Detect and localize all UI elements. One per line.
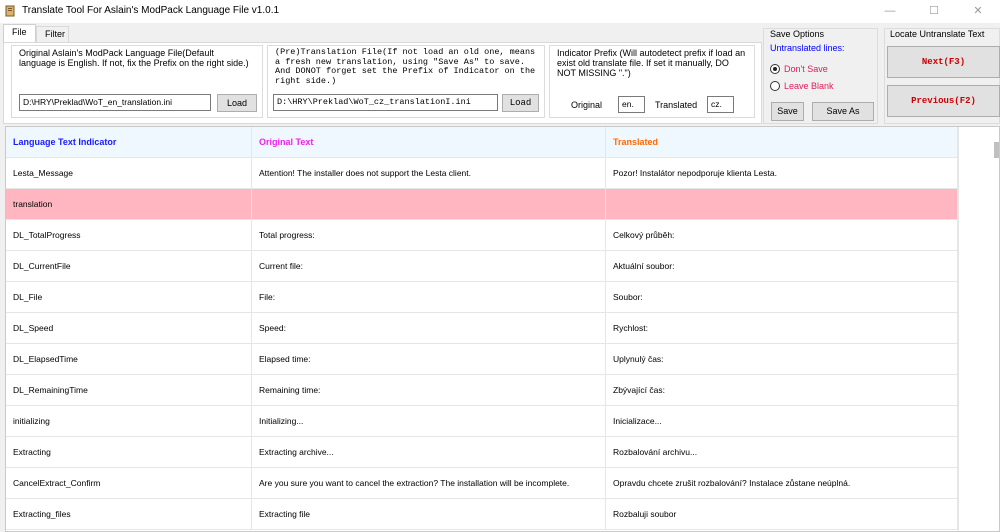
cell-indicator[interactable]: translation [6, 189, 252, 220]
dont-save-label[interactable]: Don't Save [784, 64, 828, 74]
maximize-button[interactable]: ☐ [912, 0, 956, 23]
cell-original[interactable]: Are you sure you want to cancel the extr… [252, 468, 606, 499]
table-row[interactable]: CancelExtract_Confirm Are you sure you w… [6, 468, 958, 499]
grid-header-row: Language Text Indicator Original Text Tr… [6, 127, 958, 158]
cell-indicator[interactable]: DL_File [6, 282, 252, 313]
cell-indicator[interactable]: Extracting_files [6, 499, 252, 530]
cell-translated[interactable]: Soubor: [606, 282, 958, 313]
cell-indicator[interactable]: initializing [6, 406, 252, 437]
cell-original[interactable]: Extracting archive... [252, 437, 606, 468]
vertical-scrollbar[interactable] [958, 127, 999, 531]
load-original-button[interactable]: Load [217, 94, 257, 112]
cell-translated[interactable]: Opravdu chcete zrušit rozbalování? Insta… [606, 468, 958, 499]
cell-translated[interactable]: Inicializace... [606, 406, 958, 437]
save-button[interactable]: Save [771, 102, 804, 121]
previous-untranslated-button[interactable]: Previous(F2) [887, 85, 1000, 117]
cell-original[interactable]: Attention! The installer does not suppor… [252, 158, 606, 189]
table-row[interactable]: Lesta_Message Attention! The installer d… [6, 158, 958, 189]
app-icon [5, 5, 15, 17]
cell-indicator[interactable]: Lesta_Message [6, 158, 252, 189]
indicator-prefix-group: Indicator Prefix (Will autodetect prefix… [549, 45, 755, 118]
translated-prefix-label: Translated [655, 100, 698, 110]
cell-original[interactable]: Total progress: [252, 220, 606, 251]
pretranslation-file-group: (Pre)Translation File(If not load an old… [267, 45, 545, 118]
save-as-button[interactable]: Save As [812, 102, 874, 121]
cell-original[interactable]: Speed: [252, 313, 606, 344]
tab-file[interactable]: File [3, 24, 36, 43]
dont-save-radio[interactable] [770, 64, 780, 74]
cell-original[interactable]: Elapsed time: [252, 344, 606, 375]
cell-indicator[interactable]: CancelExtract_Confirm [6, 468, 252, 499]
cell-indicator[interactable]: Extracting [6, 437, 252, 468]
table-row[interactable]: DL_CurrentFile Current file: Aktuální so… [6, 251, 958, 282]
table-row[interactable]: DL_ElapsedTime Elapsed time: Uplynulý ča… [6, 344, 958, 375]
cell-translated[interactable]: Rychlost: [606, 313, 958, 344]
original-prefix-label: Original [571, 100, 603, 110]
tab-strip: File Filter [3, 24, 763, 43]
pretranslation-file-path-input[interactable]: D:\HRY\Preklad\WoT_cz_translationI.ini [273, 94, 498, 111]
cell-original[interactable]: Remaining time: [252, 375, 606, 406]
table-row[interactable]: DL_File File: Soubor: [6, 282, 958, 313]
next-untranslated-button[interactable]: Next(F3) [887, 46, 1000, 78]
cell-translated[interactable] [606, 189, 958, 220]
cell-indicator[interactable]: DL_RemainingTime [6, 375, 252, 406]
cell-translated[interactable]: Zbývající čas: [606, 375, 958, 406]
table-row[interactable]: Extracting_files Extracting file Rozbalu… [6, 499, 958, 530]
cell-indicator[interactable]: DL_Speed [6, 313, 252, 344]
cell-indicator[interactable]: DL_ElapsedTime [6, 344, 252, 375]
translated-prefix-input[interactable]: cz. [707, 96, 734, 113]
cell-translated[interactable]: Rozbalování archivu... [606, 437, 958, 468]
cell-translated[interactable]: Pozor! Instalátor nepodporuje klienta Le… [606, 158, 958, 189]
cell-original[interactable]: File: [252, 282, 606, 313]
close-button[interactable]: ✕ [956, 0, 1000, 23]
cell-translated[interactable]: Aktuální soubor: [606, 251, 958, 282]
table-row-untranslated[interactable]: translation [6, 189, 958, 220]
translation-grid: Language Text Indicator Original Text Tr… [5, 126, 1000, 532]
cell-translated[interactable]: Rozbaluji soubor [606, 499, 958, 530]
leave-blank-radio[interactable] [770, 81, 780, 91]
cell-indicator[interactable]: DL_CurrentFile [6, 251, 252, 282]
leave-blank-label[interactable]: Leave Blank [784, 81, 834, 91]
table-row[interactable]: Extracting Extracting archive... Rozbalo… [6, 437, 958, 468]
cell-translated[interactable]: Uplynulý čas: [606, 344, 958, 375]
cell-original[interactable] [252, 189, 606, 220]
original-prefix-input[interactable]: en. [618, 96, 645, 113]
table-row[interactable]: initializing Initializing... Inicializac… [6, 406, 958, 437]
header-translated[interactable]: Translated [606, 127, 958, 158]
title-bar: Translate Tool For Aslain's ModPack Lang… [0, 0, 1000, 23]
minimize-button[interactable]: — [868, 0, 912, 23]
tab-filter[interactable]: Filter [36, 26, 69, 42]
cell-original[interactable]: Extracting file [252, 499, 606, 530]
file-tab-panel: Original Aslain's ModPack Language File(… [3, 42, 762, 124]
cell-original[interactable]: Current file: [252, 251, 606, 282]
cell-indicator[interactable]: DL_TotalProgress [6, 220, 252, 251]
indicator-prefix-group-title: Indicator Prefix (Will autodetect prefix… [555, 48, 749, 78]
table-row[interactable]: DL_TotalProgress Total progress: Celkový… [6, 220, 958, 251]
scrollbar-thumb[interactable] [994, 142, 999, 158]
load-pretranslation-button[interactable]: Load [502, 94, 539, 112]
table-row[interactable]: DL_RemainingTime Remaining time: Zbývají… [6, 375, 958, 406]
original-file-group: Original Aslain's ModPack Language File(… [11, 45, 263, 118]
window-title: Translate Tool For Aslain's ModPack Lang… [22, 5, 280, 16]
header-original-text[interactable]: Original Text [252, 127, 606, 158]
untranslated-lines-label: Untranslated lines: [770, 43, 845, 53]
save-options-group: Untranslated lines: Don't Save Leave Bla… [763, 28, 878, 124]
original-file-group-title: Original Aslain's ModPack Language File(… [17, 48, 255, 68]
header-indicator[interactable]: Language Text Indicator [6, 127, 252, 158]
original-file-path-input[interactable]: D:\HRY\Preklad\WoT_en_translation.ini [19, 94, 211, 111]
cell-translated[interactable]: Celkový průběh: [606, 220, 958, 251]
table-row[interactable]: DL_Speed Speed: Rychlost: [6, 313, 958, 344]
pretranslation-file-group-title: (Pre)Translation File(If not load an old… [273, 47, 539, 86]
cell-original[interactable]: Initializing... [252, 406, 606, 437]
locate-untranslated-group: Next(F3) Previous(F2) [884, 28, 1000, 124]
